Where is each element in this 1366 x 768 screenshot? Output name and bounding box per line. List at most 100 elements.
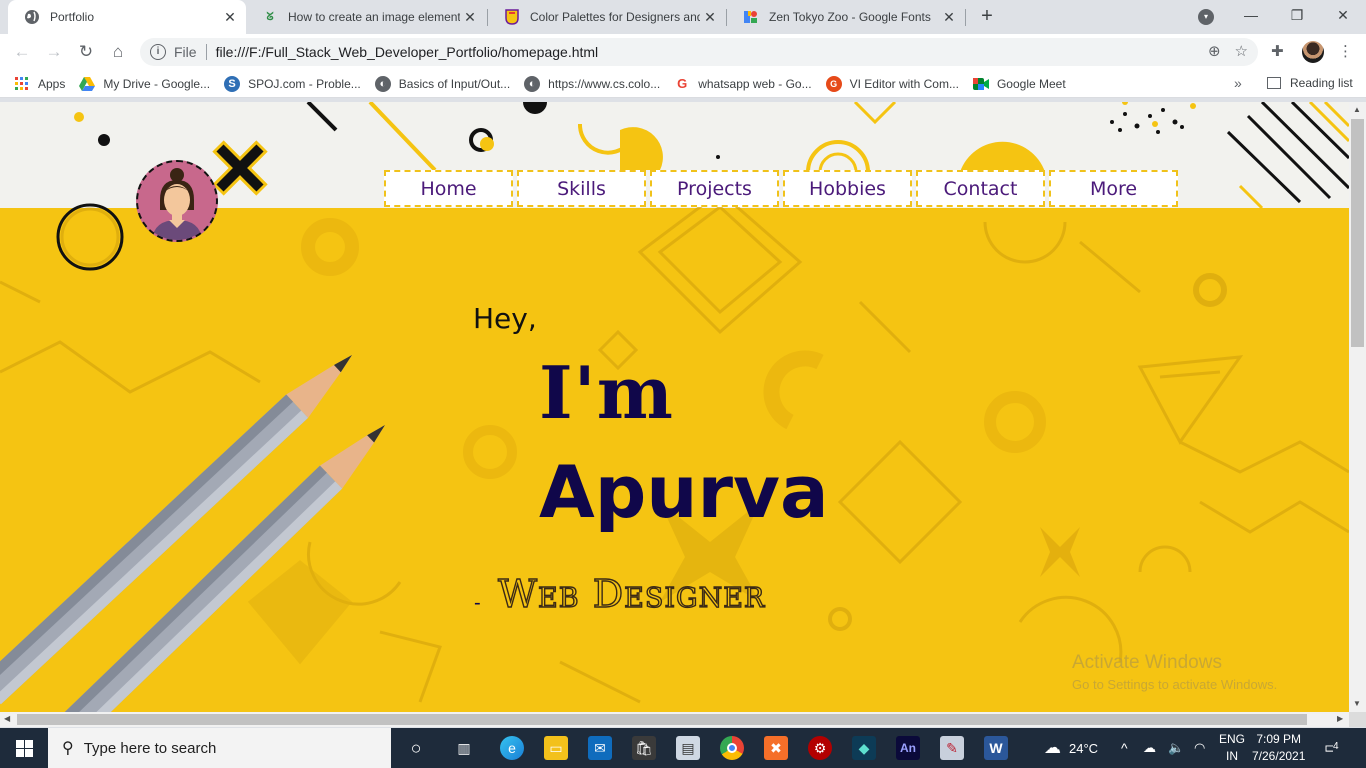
bookmark-cs-colo[interactable]: ◐ https://www.cs.colo... — [524, 75, 660, 92]
forward-button[interactable]: → — [42, 41, 66, 63]
bookmark-google-meet[interactable]: Google Meet — [972, 76, 1066, 92]
cortana-icon[interactable]: ○ — [404, 736, 428, 760]
spoj-icon: S — [224, 75, 241, 92]
close-tab-icon[interactable]: ✕ — [460, 9, 480, 26]
close-tab-icon[interactable]: ✕ — [939, 9, 959, 26]
vertical-scroll-thumb[interactable] — [1351, 119, 1364, 347]
role-dash: - — [474, 592, 481, 614]
bookmark-my-drive[interactable]: My Drive - Google... — [79, 76, 210, 92]
tab-strip: Portfolio ✕ ᘜ How to create an image ele… — [0, 0, 1366, 34]
bookmark-basics-io[interactable]: ◐ Basics of Input/Out... — [374, 75, 511, 92]
google-fonts-icon — [743, 9, 759, 25]
page-viewport: Home Skills Projects Hobbies Contact Mor… — [0, 102, 1349, 712]
url-text[interactable]: file:///F:/Full_Stack_Web_Developer_Port… — [216, 44, 599, 60]
tab-separator — [965, 9, 966, 26]
system-clock[interactable]: 7:09 PM 7/26/2021 — [1252, 731, 1305, 765]
scroll-down-arrow-icon[interactable]: ▼ — [1353, 699, 1361, 708]
start-button[interactable] — [0, 728, 48, 768]
xampp-icon[interactable]: ✖ — [764, 736, 788, 760]
language-code: ENG — [1219, 732, 1246, 746]
bookmark-apps[interactable]: Apps — [14, 76, 65, 92]
close-tab-icon[interactable]: ✕ — [220, 9, 240, 26]
nav-home[interactable]: Home — [384, 170, 513, 207]
activate-windows-watermark: Activate Windows Go to Settings to activ… — [1072, 652, 1277, 692]
reading-list-icon — [1267, 77, 1281, 89]
horizontal-scrollbar[interactable]: ◀ ▶ — [0, 712, 1349, 727]
wifi-icon[interactable]: ◠ — [1194, 728, 1205, 768]
bookmark-label: Apps — [38, 76, 66, 91]
vi-editor-icon: G — [825, 75, 842, 92]
tab-color-palettes[interactable]: Color Palettes for Designers and ✕ — [488, 0, 726, 34]
tab-google-fonts[interactable]: Zen Tokyo Zoo - Google Fonts ✕ — [727, 0, 965, 34]
tab-title: Color Palettes for Designers and — [530, 10, 700, 24]
nav-contact[interactable]: Contact — [916, 170, 1045, 207]
onedrive-icon[interactable]: ☁ — [1143, 728, 1156, 768]
browser-toolbar: ← → ↻ ⌂ i File file:///F:/Full_Stack_Web… — [0, 34, 1366, 70]
action-center-button[interactable]: ▭4 — [1324, 728, 1340, 768]
address-bar[interactable]: i File file:///F:/Full_Stack_Web_Develop… — [140, 38, 1258, 66]
tab-search-icon[interactable]: ▾ — [1198, 9, 1214, 25]
restore-button[interactable]: ❐ — [1274, 0, 1320, 32]
bookmark-spoj[interactable]: S SPOJ.com - Proble... — [224, 75, 361, 92]
watermark-subtitle: Go to Settings to activate Windows. — [1072, 677, 1278, 692]
tab-image-element[interactable]: ᘜ How to create an image element ✕ — [246, 0, 486, 34]
adobe-animate-icon[interactable]: An — [896, 736, 920, 760]
paint-icon[interactable]: ✎ — [940, 736, 964, 760]
bookmarks-bar: Apps My Drive - Google... S SPOJ.com - P… — [0, 70, 1366, 98]
microsoft-store-icon[interactable]: 🛍 — [632, 736, 656, 760]
nav-more[interactable]: More — [1049, 170, 1178, 207]
site-info-icon[interactable]: i — [150, 44, 166, 60]
scroll-right-arrow-icon[interactable]: ▶ — [1337, 714, 1343, 723]
taskbar-search[interactable]: ⚲ Type here to search — [48, 728, 391, 768]
mail-icon[interactable]: ✉ — [588, 736, 612, 760]
bookmark-whatsapp[interactable]: G whatsapp web - Go... — [674, 76, 811, 92]
bookmark-label: Basics of Input/Out... — [398, 76, 511, 91]
vpn-icon[interactable]: ◆ — [852, 736, 876, 760]
bookmark-label: SPOJ.com - Proble... — [248, 76, 361, 91]
edge-browser-icon[interactable]: e — [500, 736, 524, 760]
nav-projects[interactable]: Projects — [650, 170, 779, 207]
back-button[interactable]: ← — [10, 41, 34, 63]
bookmark-label: VI Editor with Com... — [849, 76, 959, 91]
vertical-scrollbar[interactable]: ▲ ▼ — [1349, 102, 1366, 712]
volume-icon[interactable]: 🔈 — [1168, 728, 1184, 768]
new-tab-button[interactable]: + — [976, 5, 998, 27]
home-button[interactable]: ⌂ — [106, 41, 130, 63]
avatar[interactable] — [136, 160, 218, 242]
reload-button[interactable]: ↻ — [74, 41, 98, 63]
zoom-icon[interactable]: ⊕ — [1208, 42, 1221, 60]
menu-kebab-icon[interactable]: ⋮ — [1338, 42, 1353, 60]
task-view-icon[interactable]: ▥ — [452, 736, 476, 760]
show-hidden-icons-chevron-icon[interactable]: ^ — [1121, 728, 1128, 768]
scroll-up-arrow-icon[interactable]: ▲ — [1353, 105, 1361, 114]
bookmark-vi-editor[interactable]: G VI Editor with Com... — [825, 75, 959, 92]
word-icon[interactable]: W — [984, 736, 1008, 760]
close-tab-icon[interactable]: ✕ — [700, 9, 720, 26]
nav-skills[interactable]: Skills — [517, 170, 646, 207]
google-meet-icon — [972, 76, 989, 92]
scrollbar-corner — [1349, 712, 1366, 727]
scroll-left-arrow-icon[interactable]: ◀ — [4, 714, 10, 723]
minimize-button[interactable]: — — [1228, 0, 1274, 32]
divider — [205, 44, 207, 60]
network-app-icon[interactable]: ▤ — [676, 736, 700, 760]
bookmark-star-icon[interactable]: ☆ — [1235, 42, 1248, 60]
more-bookmarks-chevron-icon[interactable]: » — [1234, 75, 1242, 91]
horizontal-scroll-thumb[interactable] — [17, 714, 1307, 725]
weather-widget[interactable]: ☁ 24°C — [1044, 728, 1098, 768]
tab-portfolio[interactable]: Portfolio ✕ — [8, 0, 246, 34]
notification-icon: ▭4 — [1324, 738, 1340, 758]
tab-title: Portfolio — [50, 10, 95, 24]
reading-list-button[interactable]: Reading list — [1267, 76, 1353, 90]
file-explorer-icon[interactable]: ▭ — [544, 736, 568, 760]
google-drive-icon — [79, 76, 96, 92]
nav-hobbies[interactable]: Hobbies — [783, 170, 912, 207]
bookmark-label: whatsapp web - Go... — [698, 76, 812, 91]
extensions-puzzle-icon[interactable]: ✚ — [1271, 42, 1284, 60]
close-window-button[interactable]: ✕ — [1320, 0, 1366, 32]
profile-avatar[interactable] — [1302, 41, 1324, 63]
chrome-browser-icon[interactable] — [720, 736, 744, 760]
language-indicator[interactable]: ENG IN — [1219, 731, 1245, 765]
role-title: Web Designer — [497, 571, 766, 616]
app-red-icon[interactable]: ⚙ — [808, 736, 832, 760]
